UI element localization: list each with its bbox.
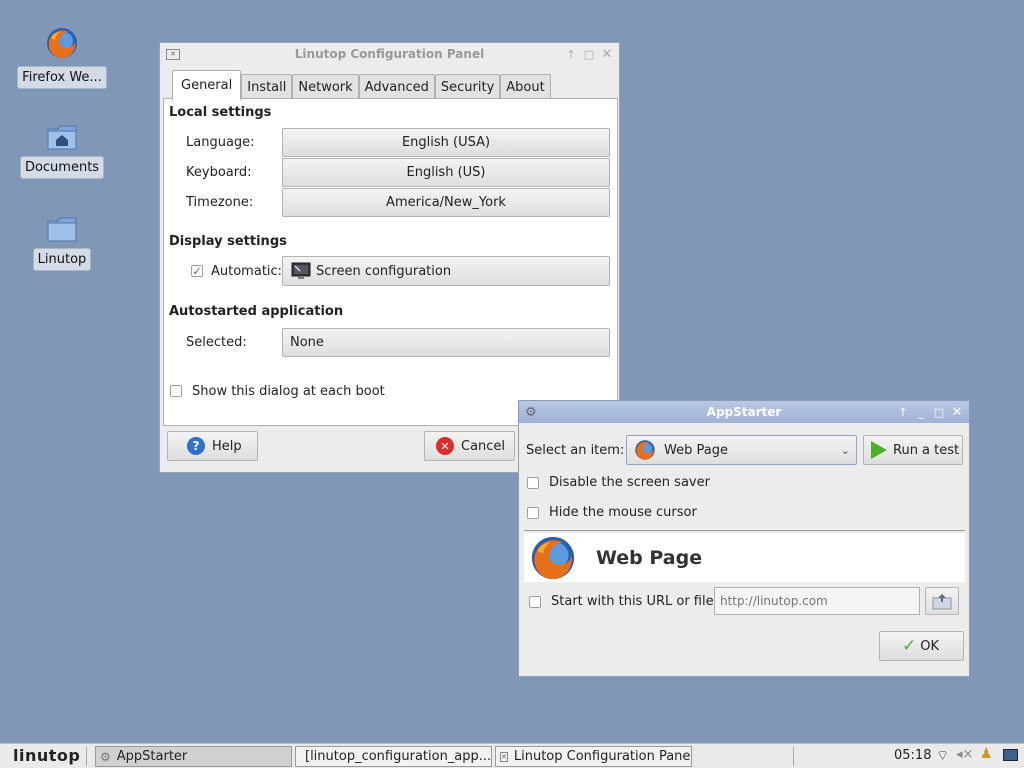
- tab-advanced[interactable]: Advanced: [358, 74, 435, 100]
- gears-icon: ⚙: [100, 749, 111, 764]
- taskbar-item-label: AppStarter: [116, 749, 188, 764]
- taskbar-separator: [793, 747, 794, 766]
- volume-icon[interactable]: ◂×: [956, 747, 973, 762]
- desktop-icon-firefox[interactable]: Firefox We...: [12, 26, 112, 89]
- desktop-label-documents: Documents: [19, 156, 105, 179]
- folder-icon: [47, 217, 77, 242]
- firefox-icon: [47, 28, 77, 58]
- url-input[interactable]: [714, 587, 920, 615]
- config-panel-titlebar[interactable]: ✕ Linutop Configuration Panel ↑ □ ✕: [160, 43, 619, 65]
- config-tabs: General Install Network Advanced Securit…: [172, 70, 551, 100]
- taskbar-separator: [86, 747, 87, 766]
- disable-screensaver-checkbox[interactable]: [527, 477, 539, 489]
- tab-security[interactable]: Security: [434, 74, 501, 100]
- appstarter-window: ⚙ AppStarter ↑ _ □ ✕ Select an item: Web…: [518, 400, 970, 677]
- start-url-checkbox[interactable]: [529, 596, 541, 608]
- keep-above-icon[interactable]: ↑: [565, 48, 577, 60]
- screen-configuration-label: Screen configuration: [316, 263, 452, 279]
- tab-install[interactable]: Install: [241, 74, 293, 100]
- maximize-icon[interactable]: □: [583, 48, 595, 60]
- keep-above-icon[interactable]: ↑: [897, 406, 909, 418]
- select-item-label: Select an item:: [526, 443, 625, 458]
- checkmark-icon: ✓: [192, 264, 202, 278]
- language-label: Language:: [186, 135, 255, 150]
- cancel-button[interactable]: ✕ Cancel: [424, 431, 515, 461]
- maximize-icon[interactable]: □: [933, 406, 945, 418]
- ok-button[interactable]: ✓ OK: [879, 631, 964, 661]
- tab-about[interactable]: About: [500, 74, 551, 100]
- general-tab-panel: Local settings Language: English (USA) K…: [163, 98, 618, 426]
- taskbar-item-label: Linutop Configuration Panel: [513, 749, 692, 764]
- tab-general[interactable]: General: [172, 70, 242, 100]
- disable-screensaver-label: Disable the screen saver: [549, 475, 710, 490]
- monitor-icon: [291, 262, 311, 279]
- firefox-logo-icon: [531, 536, 575, 579]
- taskbar-item-config-app[interactable]: [linutop_configuration_app...: [295, 746, 492, 767]
- cancel-icon: ✕: [436, 437, 454, 455]
- help-icon: ?: [187, 437, 205, 455]
- cancel-label: Cancel: [461, 438, 506, 454]
- play-icon: [871, 441, 887, 459]
- gears-icon[interactable]: ⚙: [525, 405, 537, 420]
- automatic-checkbox[interactable]: ✓: [191, 265, 203, 277]
- autostart-heading: Autostarted application: [169, 304, 344, 319]
- help-label: Help: [212, 438, 242, 454]
- show-dialog-label: Show this dialog at each boot: [192, 384, 385, 399]
- window-icon: ✕: [500, 751, 508, 762]
- selected-app-button[interactable]: None: [282, 328, 610, 357]
- run-test-button[interactable]: Run a test: [863, 435, 963, 465]
- close-icon[interactable]: ✕: [951, 406, 963, 419]
- item-header: Web Page: [524, 533, 965, 582]
- screen-configuration-button[interactable]: Screen configuration: [282, 256, 610, 286]
- selected-item-text: Web Page: [664, 442, 728, 458]
- open-file-icon: [932, 594, 952, 610]
- chevron-down-icon: ⌄: [840, 443, 850, 457]
- display-settings-heading: Display settings: [169, 234, 287, 249]
- hide-cursor-label: Hide the mouse cursor: [549, 505, 697, 520]
- linutop-logo[interactable]: linutop: [13, 746, 80, 765]
- taskbar-item-config-panel[interactable]: ✕ Linutop Configuration Panel: [495, 746, 692, 767]
- keyboard-button[interactable]: English (US): [282, 158, 610, 187]
- desktop-icon-linutop[interactable]: Linutop: [12, 216, 112, 271]
- appstarter-titlebar[interactable]: ⚙ AppStarter ↑ _ □ ✕: [519, 401, 969, 423]
- separator: [524, 530, 965, 531]
- taskbar: linutop ⚙ AppStarter [linutop_configurat…: [0, 743, 1024, 768]
- checkmark-icon: ✓: [902, 635, 917, 656]
- local-settings-heading: Local settings: [169, 105, 272, 120]
- item-header-title: Web Page: [596, 546, 703, 569]
- home-folder-icon: [47, 125, 77, 150]
- ok-label: OK: [920, 638, 940, 654]
- timezone-button[interactable]: America/New_York: [282, 188, 610, 217]
- hide-cursor-checkbox[interactable]: [527, 507, 539, 519]
- start-url-label: Start with this URL or file:: [551, 594, 718, 609]
- desktop-icon-documents[interactable]: Documents: [12, 124, 112, 179]
- help-button[interactable]: ? Help: [167, 431, 258, 461]
- show-dialog-checkbox[interactable]: [170, 385, 182, 397]
- close-icon[interactable]: ✕: [601, 48, 613, 61]
- keyboard-label: Keyboard:: [186, 165, 252, 180]
- app-menu-icon[interactable]: ✕: [166, 48, 180, 60]
- taskbar-item-appstarter[interactable]: ⚙ AppStarter: [95, 746, 292, 767]
- item-select-dropdown[interactable]: Web Page ⌄: [626, 435, 857, 465]
- user-icon[interactable]: ♟: [980, 746, 993, 762]
- taskbar-item-label: [linutop_configuration_app...: [305, 749, 492, 764]
- automatic-label: Automatic:: [211, 264, 283, 279]
- browse-button[interactable]: [925, 587, 959, 615]
- show-desktop-icon[interactable]: [1003, 749, 1018, 761]
- timezone-label: Timezone:: [186, 195, 254, 210]
- selected-label: Selected:: [186, 335, 247, 350]
- firefox-icon: [635, 440, 655, 460]
- tab-network[interactable]: Network: [292, 74, 359, 100]
- config-panel-title: Linutop Configuration Panel: [294, 47, 485, 61]
- desktop-label-firefox: Firefox We...: [17, 66, 107, 89]
- clock[interactable]: 05:18: [894, 748, 931, 763]
- minimize-icon[interactable]: _: [915, 406, 927, 418]
- desktop-label-linutop: Linutop: [32, 248, 92, 271]
- language-button[interactable]: English (USA): [282, 128, 610, 157]
- network-icon[interactable]: ⌔: [936, 747, 949, 765]
- run-test-label: Run a test: [893, 442, 960, 458]
